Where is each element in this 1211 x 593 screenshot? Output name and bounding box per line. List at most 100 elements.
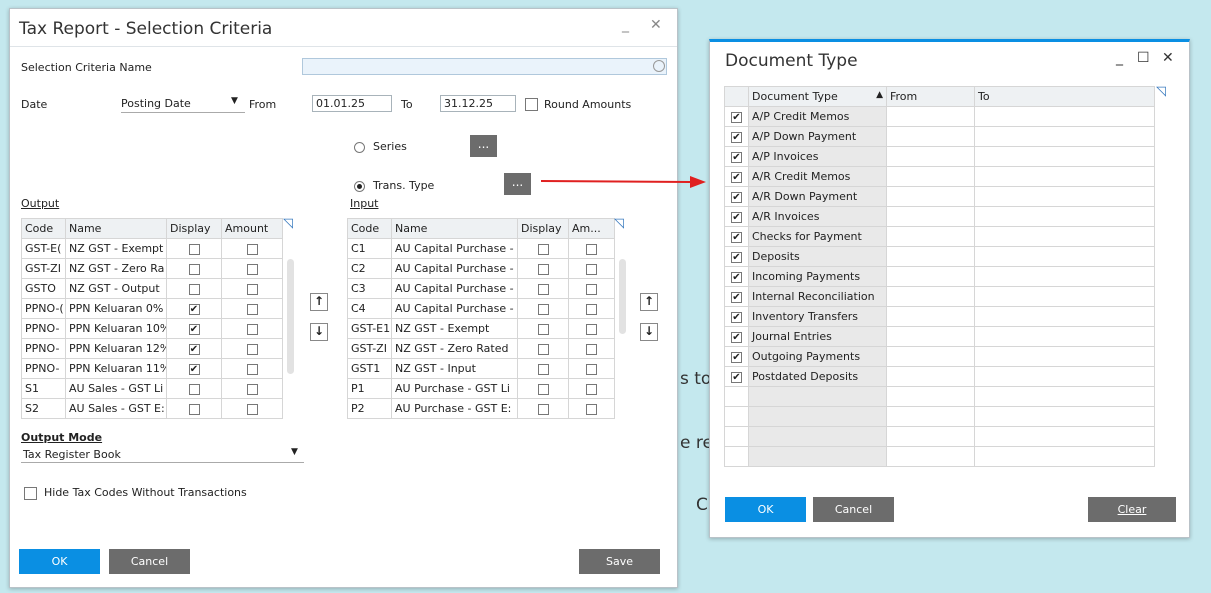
input-row[interactable]: C3 AU Capital Purchase -: [347, 278, 615, 299]
output-display-checkbox[interactable]: [166, 378, 222, 399]
doc-type-checkbox[interactable]: ✔: [724, 106, 749, 127]
input-amount-checkbox[interactable]: [568, 358, 615, 379]
input-amount-checkbox[interactable]: [568, 318, 615, 339]
doc-type-checkbox[interactable]: ✔: [724, 126, 749, 147]
doc-to-cell[interactable]: [974, 226, 1155, 247]
doc-type-checkbox[interactable]: ✔: [724, 346, 749, 367]
output-header-display[interactable]: Display: [166, 218, 222, 239]
input-display-checkbox[interactable]: [517, 378, 569, 399]
date-type-dropdown[interactable]: Posting Date ▼: [121, 95, 245, 113]
doc-to-cell[interactable]: [974, 346, 1155, 367]
output-display-checkbox[interactable]: [166, 238, 222, 259]
doc-type-checkbox[interactable]: ✔: [724, 226, 749, 247]
doc-type-row[interactable]: ✔ Checks for Payment: [724, 226, 1155, 247]
input-display-checkbox[interactable]: [517, 258, 569, 279]
to-date-input[interactable]: 31.12.25: [440, 95, 516, 112]
output-amount-checkbox[interactable]: [221, 278, 283, 299]
input-amount-checkbox[interactable]: [568, 338, 615, 359]
output-row[interactable]: GST-E(NZ GST - Exempt: [21, 238, 283, 259]
output-move-up-button[interactable]: ↑: [310, 293, 328, 311]
output-display-checkbox[interactable]: ✔: [166, 358, 222, 379]
input-header-name[interactable]: Name: [391, 218, 518, 239]
doc-to-cell[interactable]: [974, 246, 1155, 267]
doc-type-row[interactable]: ✔ A/P Down Payment: [724, 126, 1155, 147]
output-display-checkbox[interactable]: ✔: [166, 298, 222, 319]
doc-from-cell[interactable]: [886, 206, 975, 227]
doc-from-cell[interactable]: [886, 286, 975, 307]
ok-button[interactable]: OK: [725, 497, 806, 522]
doc-header-to[interactable]: To: [974, 86, 1155, 107]
output-amount-checkbox[interactable]: [221, 318, 283, 339]
doc-type-row[interactable]: ✔ Incoming Payments: [724, 266, 1155, 287]
output-header-name[interactable]: Name: [65, 218, 167, 239]
clear-button[interactable]: Clear: [1088, 497, 1176, 522]
doc-from-cell[interactable]: [886, 146, 975, 167]
output-amount-checkbox[interactable]: [221, 378, 283, 399]
input-amount-checkbox[interactable]: [568, 258, 615, 279]
series-ellipsis-button[interactable]: ...: [470, 135, 497, 157]
expand-icon[interactable]: ◹: [283, 216, 293, 231]
from-date-input[interactable]: 01.01.25: [312, 95, 392, 112]
output-amount-checkbox[interactable]: [221, 298, 283, 319]
doc-from-cell[interactable]: [886, 246, 975, 267]
output-row[interactable]: PPNO-(PPN Keluaran 0% ✔: [21, 298, 283, 319]
output-display-checkbox[interactable]: ✔: [166, 318, 222, 339]
input-row[interactable]: GST-E1 NZ GST - Exempt: [347, 318, 615, 339]
output-amount-checkbox[interactable]: [221, 238, 283, 259]
doc-to-cell[interactable]: [974, 266, 1155, 287]
doc-to-cell[interactable]: [974, 286, 1155, 307]
expand-icon[interactable]: ◹: [1156, 84, 1166, 99]
input-move-down-button[interactable]: ↓: [640, 323, 658, 341]
input-display-checkbox[interactable]: [517, 398, 569, 419]
input-row[interactable]: C4 AU Capital Purchase -: [347, 298, 615, 319]
output-row[interactable]: GST-ZI NZ GST - Zero Ra: [21, 258, 283, 279]
output-row[interactable]: PPNO- PPN Keluaran 10% ✔: [21, 318, 283, 339]
ok-button[interactable]: OK: [19, 549, 100, 574]
doc-type-row[interactable]: ✔ A/P Invoices: [724, 146, 1155, 167]
input-amount-checkbox[interactable]: [568, 378, 615, 399]
doc-type-checkbox[interactable]: ✔: [724, 146, 749, 167]
input-row[interactable]: P1 AU Purchase - GST Li: [347, 378, 615, 399]
close-icon[interactable]: ✕: [650, 17, 662, 33]
output-amount-checkbox[interactable]: [221, 398, 283, 419]
input-display-checkbox[interactable]: [517, 298, 569, 319]
doc-to-cell[interactable]: [974, 366, 1155, 387]
output-mode-dropdown[interactable]: Tax Register Book ▼: [21, 446, 304, 463]
output-move-down-button[interactable]: ↓: [310, 323, 328, 341]
doc-to-cell[interactable]: [974, 186, 1155, 207]
doc-from-cell[interactable]: [886, 186, 975, 207]
close-icon[interactable]: ✕: [1162, 50, 1174, 66]
cancel-button[interactable]: Cancel: [813, 497, 894, 522]
doc-type-checkbox[interactable]: ✔: [724, 306, 749, 327]
criteria-name-input[interactable]: [302, 58, 667, 75]
output-header-code[interactable]: Code: [21, 218, 66, 239]
input-row[interactable]: C2 AU Capital Purchase -: [347, 258, 615, 279]
input-move-up-button[interactable]: ↑: [640, 293, 658, 311]
doc-from-cell[interactable]: [886, 326, 975, 347]
doc-from-cell[interactable]: [886, 266, 975, 287]
doc-type-row[interactable]: ✔ Internal Reconciliation: [724, 286, 1155, 307]
output-amount-checkbox[interactable]: [221, 338, 283, 359]
doc-to-cell[interactable]: [974, 126, 1155, 147]
doc-to-cell[interactable]: [974, 206, 1155, 227]
doc-to-cell[interactable]: [974, 106, 1155, 127]
input-row[interactable]: P2 AU Purchase - GST E:: [347, 398, 615, 419]
output-row[interactable]: PPNO- PPN Keluaran 11% ✔: [21, 358, 283, 379]
output-amount-checkbox[interactable]: [221, 358, 283, 379]
output-row[interactable]: PPNO- PPN Keluaran 12% ✔: [21, 338, 283, 359]
doc-from-cell[interactable]: [886, 106, 975, 127]
doc-type-row[interactable]: ✔ A/R Credit Memos: [724, 166, 1155, 187]
doc-type-checkbox[interactable]: ✔: [724, 286, 749, 307]
save-button[interactable]: Save: [579, 549, 660, 574]
doc-header-from[interactable]: From: [886, 86, 975, 107]
lookup-icon[interactable]: [653, 60, 665, 72]
input-header-code[interactable]: Code: [347, 218, 392, 239]
doc-type-checkbox[interactable]: ✔: [724, 366, 749, 387]
expand-icon[interactable]: ◹: [614, 216, 624, 231]
input-amount-checkbox[interactable]: [568, 398, 615, 419]
input-amount-checkbox[interactable]: [568, 278, 615, 299]
doc-type-checkbox[interactable]: ✔: [724, 166, 749, 187]
input-scrollbar[interactable]: [619, 259, 626, 334]
input-header-amount[interactable]: Am...: [568, 218, 615, 239]
input-display-checkbox[interactable]: [517, 318, 569, 339]
